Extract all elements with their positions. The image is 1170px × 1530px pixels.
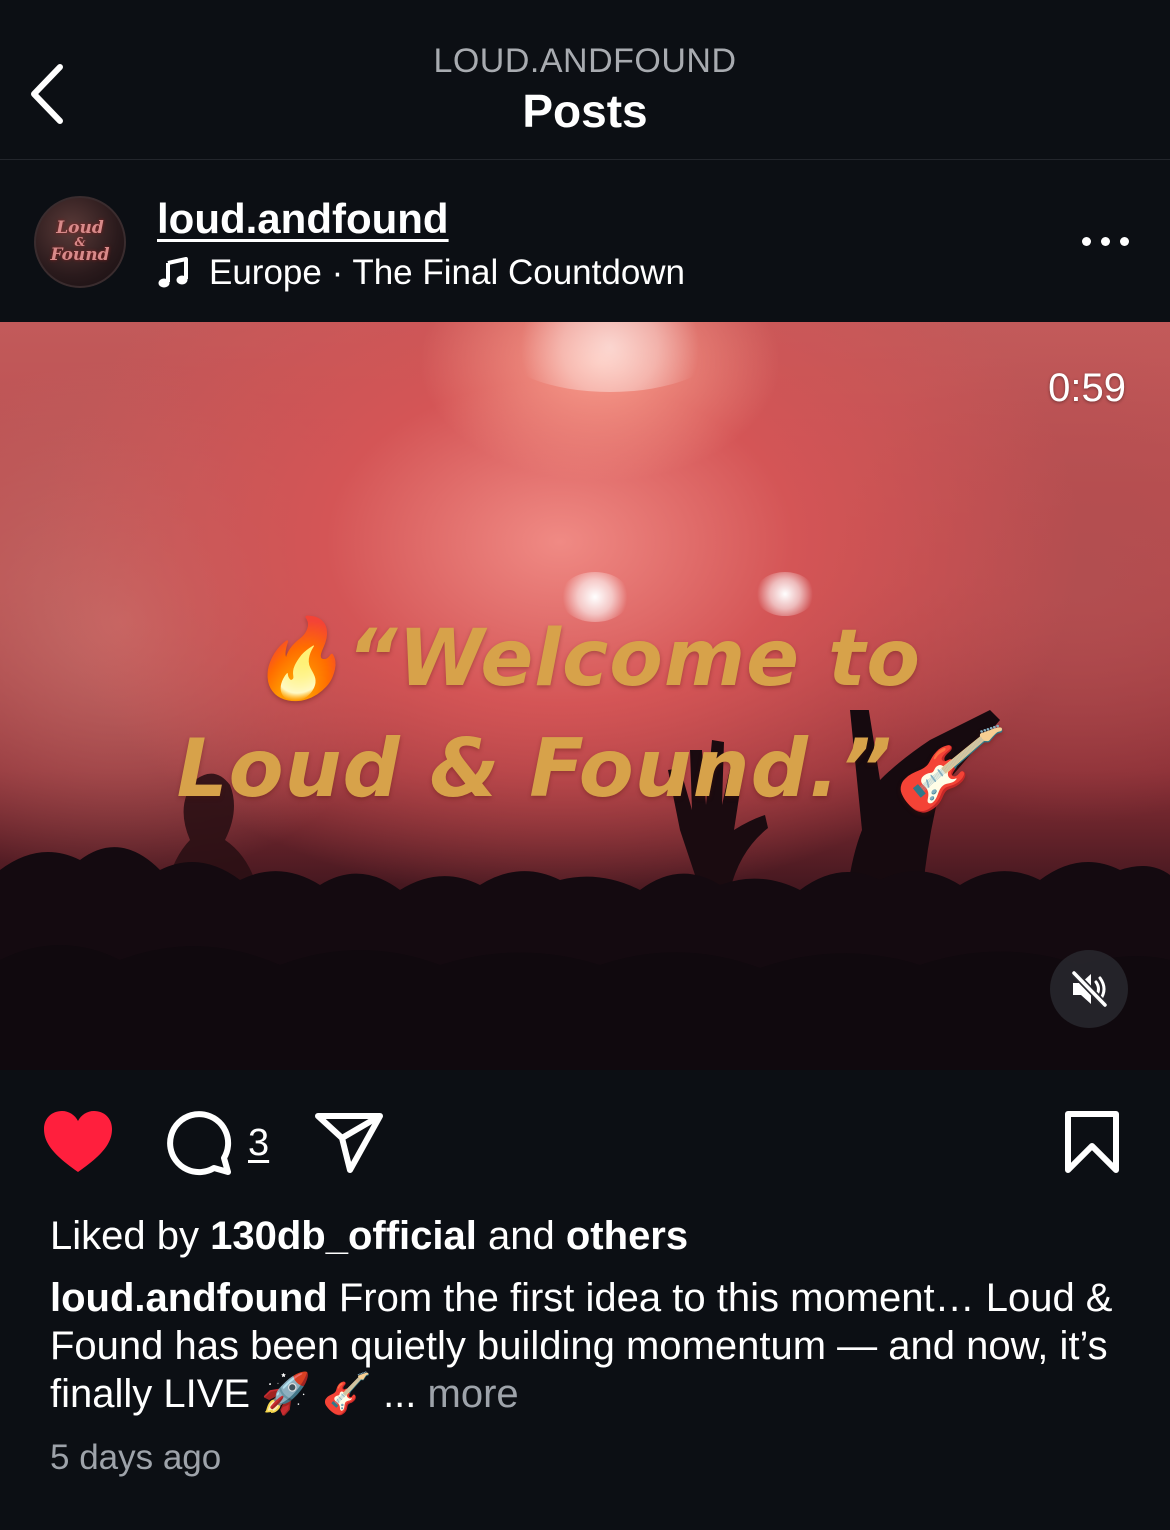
caption-ellipsis: ...: [383, 1372, 417, 1416]
more-options-button[interactable]: [1072, 223, 1138, 259]
liked-by-user[interactable]: 130db_official: [210, 1214, 477, 1258]
post-header: Loud & Found loud.andfound Europe · The …: [0, 161, 1170, 321]
comment-icon: [167, 1111, 232, 1176]
post-video[interactable]: 0:59 🔥“Welcome to Loud & Found.”🎸: [0, 322, 1170, 1070]
post-username[interactable]: loud.andfound: [157, 195, 449, 243]
music-attribution[interactable]: Europe · The Final Countdown: [157, 253, 685, 293]
video-overlay-text-line2: Loud & Found.”🎸: [176, 722, 994, 815]
caption-more-link[interactable]: more: [428, 1372, 519, 1416]
post-timestamp: 5 days ago: [50, 1438, 222, 1477]
share-button[interactable]: [314, 1110, 384, 1174]
more-horizontal-icon: [1081, 236, 1129, 246]
send-icon: [315, 1113, 383, 1173]
post-action-bar: 3: [0, 1070, 1170, 1210]
avatar[interactable]: Loud & Found: [34, 196, 126, 288]
avatar-logo-text-bottom: Found: [50, 245, 110, 265]
post-caption: loud.andfound From the first idea to thi…: [50, 1274, 1130, 1418]
mute-toggle-button[interactable]: [1050, 950, 1128, 1028]
comment-button[interactable]: 3: [166, 1110, 269, 1176]
video-overlay-text-line1: 🔥“Welcome to: [248, 614, 922, 704]
profile-name-subtitle: LOUD.ANDFOUND: [433, 42, 737, 80]
like-button[interactable]: [42, 1110, 114, 1174]
page-title: Posts: [522, 85, 648, 137]
music-text: Europe · The Final Countdown: [209, 253, 686, 292]
top-navigation-bar: LOUD.ANDFOUND Posts: [0, 0, 1170, 160]
liked-by-line[interactable]: Liked by 130db_official and others: [50, 1214, 688, 1259]
liked-by-prefix: Liked by: [50, 1214, 199, 1258]
stage-light: [755, 572, 815, 616]
bookmark-icon: [1065, 1111, 1119, 1173]
speaker-muted-icon: [1071, 970, 1108, 1008]
video-duration: 0:59: [1048, 366, 1126, 410]
stage-light: [500, 322, 720, 392]
liked-by-others[interactable]: others: [566, 1214, 688, 1258]
comment-count[interactable]: 3: [248, 1122, 269, 1165]
liked-by-conjunction: and: [488, 1214, 555, 1258]
caption-username[interactable]: loud.andfound: [50, 1276, 328, 1320]
save-button[interactable]: [1064, 1110, 1120, 1174]
heart-filled-icon: [44, 1111, 112, 1172]
music-note-icon: [157, 256, 191, 290]
